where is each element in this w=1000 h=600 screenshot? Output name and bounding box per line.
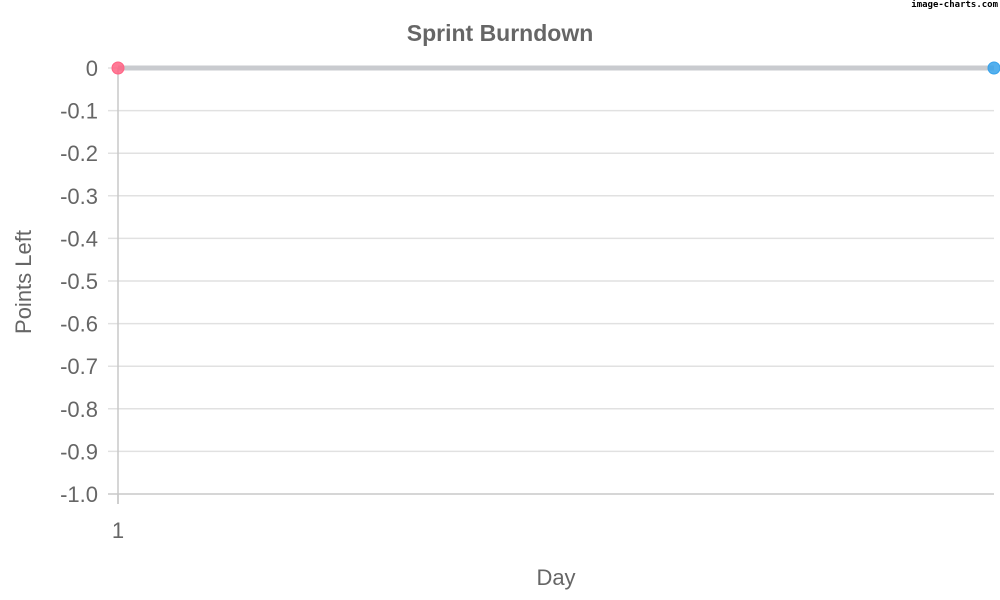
data-point: [987, 61, 1000, 75]
y-tick-label: -0.2: [60, 141, 98, 166]
x-tick-label: 1: [112, 518, 124, 543]
y-tick-label: 0: [86, 56, 98, 81]
burndown-chart: 0 -0.1 -0.2 -0.3 -0.4 -0.5 -0.6 -0.7 -0.8 -0.9 -1.…: [60, 56, 1000, 543]
y-tick-label: -0.9: [60, 439, 98, 464]
y-tick-label: -0.4: [60, 226, 98, 251]
y-tick-label: -0.1: [60, 99, 98, 124]
y-tick-label: -0.8: [60, 397, 98, 422]
data-point: [111, 61, 125, 75]
y-tick-label: -0.6: [60, 312, 98, 337]
y-tick-label: -0.7: [60, 354, 98, 379]
y-tick-label: -0.5: [60, 269, 98, 294]
y-tick-label: -0.3: [60, 184, 98, 209]
y-tick-label: -1.0: [60, 482, 98, 507]
